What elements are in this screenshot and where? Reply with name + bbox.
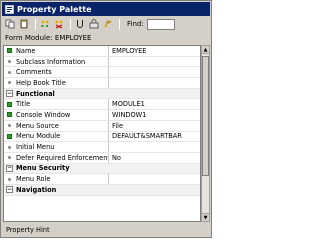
collapse-icon[interactable]: − (6, 164, 13, 172)
window-title: Property Palette (17, 4, 92, 14)
default-property-icon (6, 122, 13, 129)
property-name: Menu Role (16, 175, 51, 184)
collapse-icon[interactable]: − (6, 90, 13, 98)
property-row[interactable]: Initial Menu (4, 142, 200, 153)
section-header-functional[interactable]: − Functional (4, 88, 200, 100)
union-icon[interactable] (74, 18, 86, 30)
property-name: Initial Menu (16, 143, 55, 152)
toolbar-separator (119, 18, 120, 30)
property-value[interactable]: MODULE1 (109, 99, 200, 109)
collapse-icon[interactable]: − (6, 186, 13, 194)
property-value[interactable]: EMPLOYEE (109, 46, 200, 56)
palette-icon (5, 4, 14, 14)
default-property-icon (6, 154, 13, 161)
property-name: Name (16, 46, 36, 55)
default-property-icon (6, 69, 13, 76)
paste-property-icon[interactable] (18, 18, 30, 30)
scroll-thumb[interactable] (202, 56, 209, 176)
section-name: Menu Security (16, 164, 70, 173)
vertical-scrollbar[interactable]: ▲ ▼ (201, 45, 210, 222)
changed-property-icon (6, 111, 13, 118)
default-property-icon (6, 58, 13, 65)
property-row[interactable]: Help Book Title (4, 78, 200, 89)
copy-property-icon[interactable] (4, 18, 16, 30)
property-name: Subclass Information (16, 57, 86, 66)
scroll-down-icon[interactable]: ▼ (202, 213, 209, 221)
section-name: Navigation (16, 185, 57, 194)
find-input[interactable] (146, 18, 175, 30)
property-row[interactable]: Comments (4, 67, 200, 79)
inherit-icon[interactable] (102, 18, 114, 30)
property-hint: Property Hint (6, 226, 50, 234)
scroll-up-icon[interactable]: ▲ (202, 46, 209, 54)
property-row[interactable]: Name EMPLOYEE (4, 46, 200, 57)
toolbar-separator (35, 18, 36, 30)
toolbar-separator (70, 18, 71, 30)
property-row[interactable]: Menu Source File (4, 120, 200, 132)
property-name: Defer Required Enforcement (16, 153, 109, 162)
changed-property-icon (6, 101, 13, 108)
property-value[interactable]: DEFAULT&SMARTBAR (109, 131, 200, 141)
property-row[interactable]: Subclass Information (4, 56, 200, 68)
property-grid: Name EMPLOYEE Subclass Information Comme… (3, 45, 201, 222)
section-header-navigation[interactable]: − Navigation (4, 184, 200, 196)
delete-property-icon[interactable] (53, 18, 65, 30)
property-value[interactable]: No (109, 153, 200, 163)
property-name: Menu Module (16, 132, 61, 141)
title-bar[interactable]: Property Palette (2, 2, 210, 16)
property-palette-window: Property Palette Find: Form Module: EMPL… (0, 0, 212, 238)
toolbar: Find: (2, 16, 210, 32)
property-name: Menu Source (16, 121, 59, 130)
property-name: Console Window (16, 110, 71, 119)
property-row[interactable]: Title MODULE1 (4, 99, 200, 111)
property-value[interactable]: File (109, 121, 200, 131)
changed-property-icon (6, 133, 13, 140)
default-property-icon (6, 176, 13, 183)
changed-property-icon (6, 47, 13, 54)
property-row[interactable]: Console Window WINDOW1 (4, 110, 200, 121)
property-row[interactable]: Menu Role (4, 174, 200, 185)
freeze-icon[interactable] (88, 18, 100, 30)
property-value[interactable]: WINDOW1 (109, 110, 200, 120)
property-name: Title (16, 100, 31, 109)
module-context-label: Form Module: EMPLOYEE (5, 34, 92, 42)
default-property-icon (6, 144, 13, 151)
section-header-menu-security[interactable]: − Menu Security (4, 163, 200, 175)
property-name: Comments (16, 68, 52, 77)
find-label: Find: (127, 20, 144, 28)
property-row[interactable]: Defer Required Enforcement No (4, 152, 200, 164)
property-row[interactable]: Menu Module DEFAULT&SMARTBAR (4, 131, 200, 143)
section-name: Functional (16, 89, 55, 98)
property-name: Help Book Title (16, 78, 66, 87)
default-property-icon (6, 79, 13, 86)
add-property-icon[interactable] (39, 18, 51, 30)
